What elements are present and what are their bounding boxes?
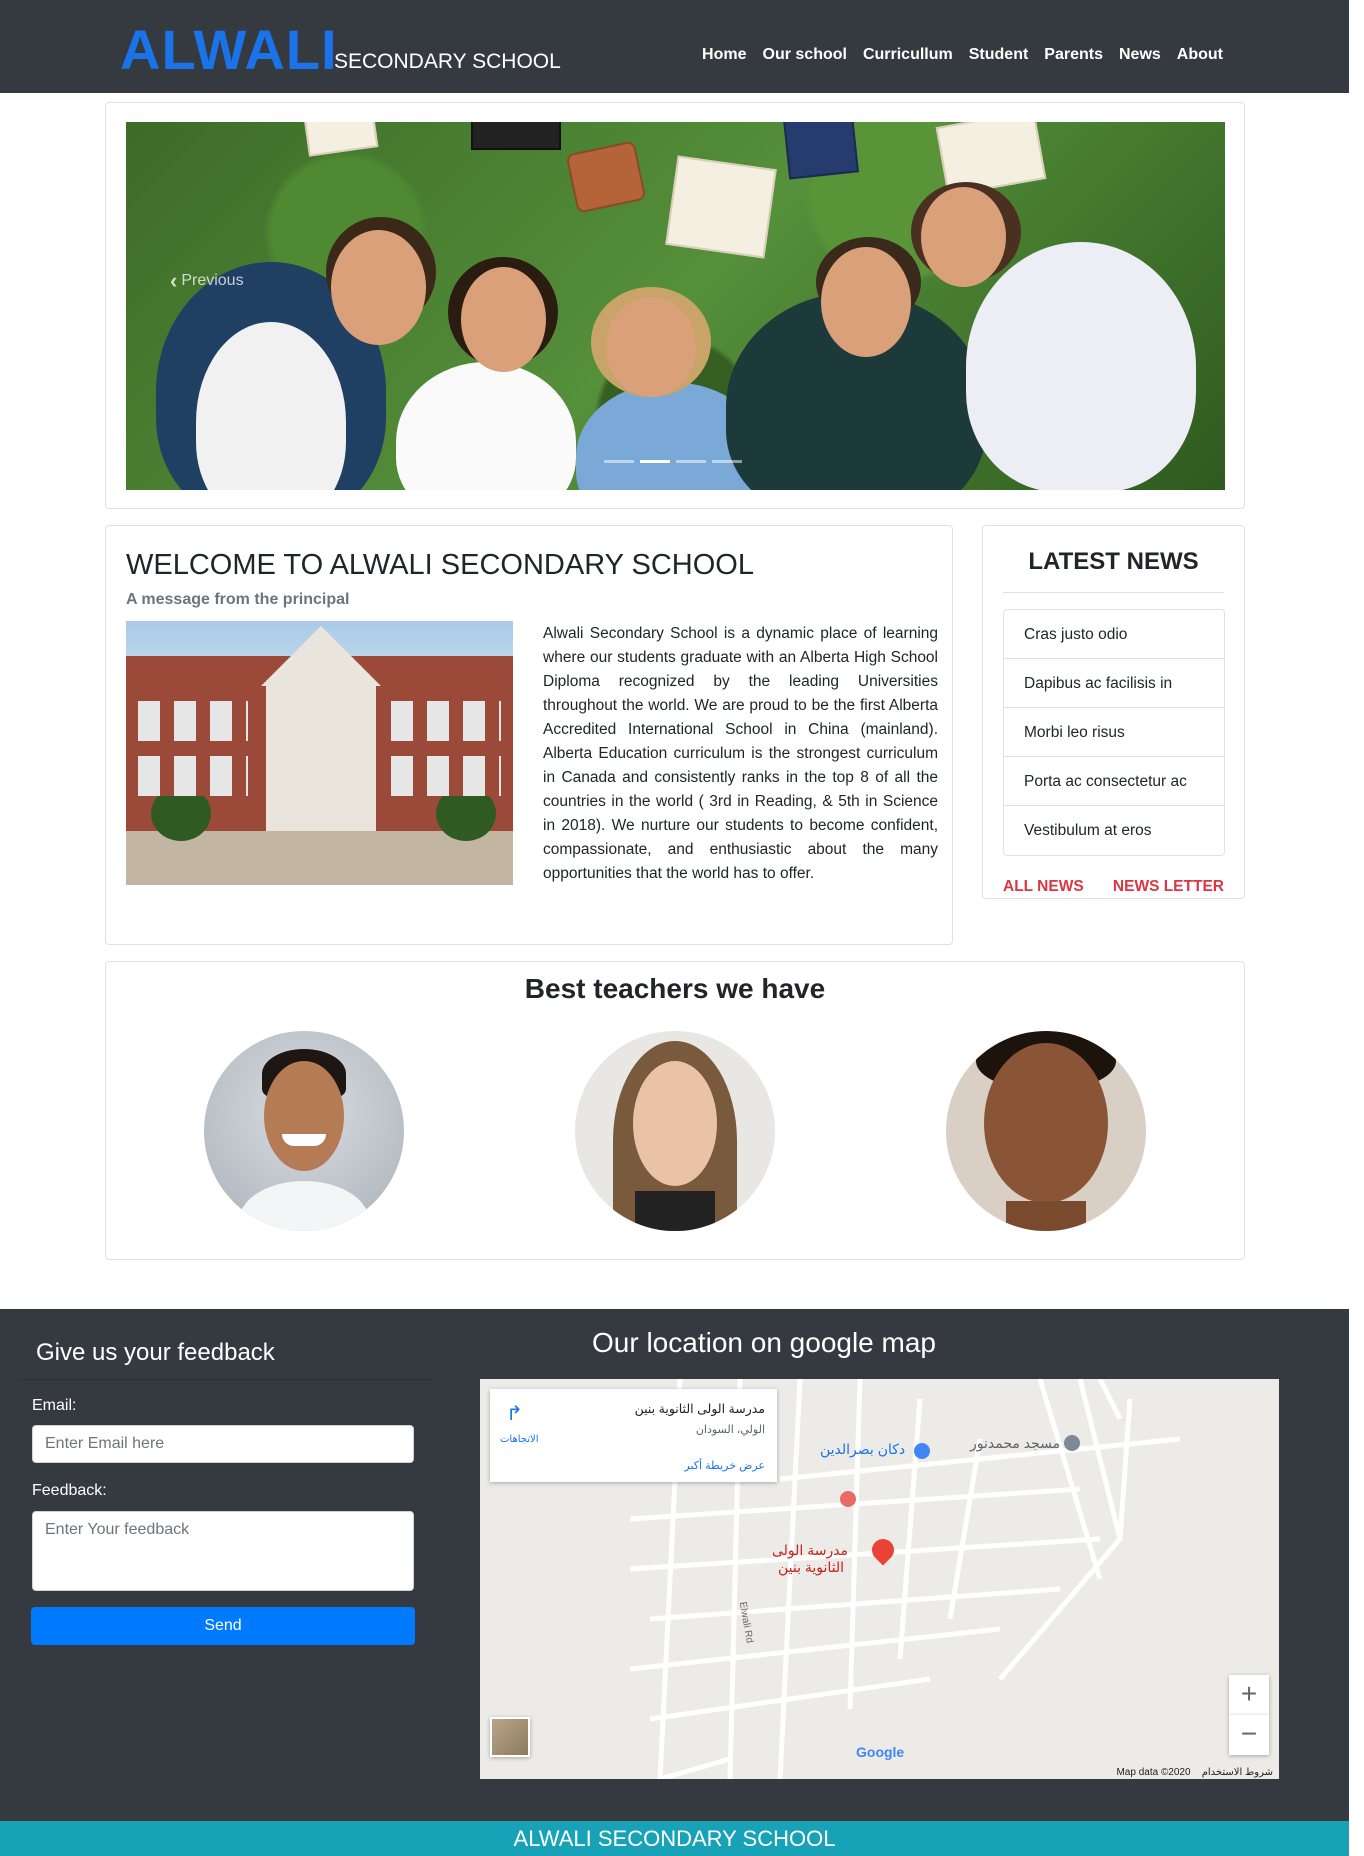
welcome-title: WELCOME TO ALWALI SECONDARY SCHOOL: [126, 549, 754, 581]
welcome-card: WELCOME TO ALWALI SECONDARY SCHOOL A mes…: [105, 525, 953, 945]
newsletter-link[interactable]: NEWS LETTER: [1113, 878, 1224, 896]
welcome-body: Alwali Secondary School is a dynamic pla…: [543, 625, 938, 882]
student-face: [331, 230, 426, 345]
restaurant-icon: [840, 1491, 856, 1507]
news-list: Cras justo odio Dapibus ac facilisis in …: [1003, 609, 1225, 856]
student-face: [461, 267, 546, 372]
directions-icon[interactable]: ↱: [506, 1401, 523, 1426]
chevron-left-icon: ‹: [170, 268, 178, 293]
footer-section: Give us your feedback Email: Enter Email…: [0, 1309, 1349, 1821]
map-data-label: Map data ©2020: [1116, 1767, 1191, 1778]
teachers-title: Best teachers we have: [524, 973, 826, 1004]
zoom-out-button[interactable]: −: [1229, 1715, 1269, 1755]
news-item[interactable]: Dapibus ac facilisis in: [1004, 659, 1224, 708]
google-logo: Google: [856, 1744, 904, 1760]
footer-bar: ALWALI SECONDARY SCHOOL: [0, 1821, 1349, 1856]
teacher-avatar: [575, 1031, 775, 1231]
teacher-avatar: [946, 1031, 1146, 1231]
book-image: [783, 122, 859, 180]
student-figure: [966, 242, 1196, 490]
google-map[interactable]: مدرسة الولى الثانوية بنين الولي، السودان…: [480, 1379, 1279, 1779]
nav-news[interactable]: News: [1119, 45, 1161, 65]
map-terms-link[interactable]: شروط الاستخدام: [1202, 1767, 1273, 1778]
email-field[interactable]: Enter Email here: [32, 1425, 414, 1463]
nav-menu: Home Our school Curricullum Student Pare…: [702, 45, 1223, 65]
feedback-label: Feedback:: [32, 1482, 107, 1499]
map-poi-shop[interactable]: دكان بصرالدين: [820, 1441, 905, 1458]
all-news-link[interactable]: ALL NEWS: [1003, 878, 1084, 896]
student-face: [606, 297, 696, 397]
send-button[interactable]: Send: [31, 1607, 415, 1645]
nav-curriculum[interactable]: Curricullum: [863, 45, 953, 65]
divider: [1003, 592, 1224, 593]
open-book-image: [665, 155, 777, 259]
carousel-indicator[interactable]: [712, 460, 742, 463]
carousel-indicator[interactable]: [604, 460, 634, 463]
latest-news-card: LATEST NEWS Cras justo odio Dapibus ac f…: [982, 525, 1245, 899]
welcome-subtitle: A message from the principal: [126, 591, 350, 608]
school-building-image: [126, 621, 513, 885]
news-links: ALL NEWS NEWS LETTER: [1003, 878, 1224, 896]
news-title: LATEST NEWS: [1028, 548, 1199, 575]
map-larger-link[interactable]: عرض خريطة أكبر: [684, 1459, 765, 1472]
student-face: [821, 247, 911, 357]
brand-logo[interactable]: ALWALI: [120, 18, 338, 82]
map-place-address: الولي، السودان: [695, 1424, 765, 1436]
brand-subtitle: SECONDARY SCHOOL: [334, 50, 561, 73]
nav-our-school[interactable]: Our school: [763, 45, 847, 65]
map-place-card: مدرسة الولى الثانوية بنين الولي، السودان…: [490, 1389, 777, 1482]
nav-parents[interactable]: Parents: [1044, 45, 1103, 65]
hero-carousel[interactable]: ‹ Previous: [126, 122, 1225, 490]
news-item[interactable]: Morbi leo risus: [1004, 708, 1224, 757]
google-logo-text: Google: [856, 1744, 905, 1760]
map-place-name: مدرسة الولى الثانوية بنين: [634, 1402, 765, 1416]
map-attribution: Map data ©2020 شروط الاستخدام: [1116, 1767, 1273, 1778]
hero-card: ‹ Previous: [105, 102, 1245, 509]
carousel-indicator[interactable]: [676, 460, 706, 463]
shop-icon: [914, 1443, 930, 1459]
teachers-card: Best teachers we have: [105, 961, 1245, 1260]
email-label: Email:: [32, 1397, 77, 1414]
map-title: Our location on google map: [592, 1327, 936, 1358]
map-pin-label-1: مدرسة الولى: [772, 1542, 849, 1558]
satellite-toggle[interactable]: [490, 1717, 530, 1757]
nav-about[interactable]: About: [1177, 45, 1223, 65]
news-item[interactable]: Vestibulum at eros: [1004, 806, 1224, 855]
directions-label[interactable]: الاتجاهات: [500, 1434, 539, 1445]
news-item[interactable]: Cras justo odio: [1004, 610, 1224, 659]
tablet-image: [471, 122, 561, 150]
map-pin-label-2: الثانوية بنين: [778, 1559, 845, 1575]
zoom-in-button[interactable]: +: [1229, 1675, 1269, 1715]
carousel-prev-button[interactable]: ‹ Previous: [170, 268, 244, 294]
nav-home[interactable]: Home: [702, 45, 746, 65]
news-item[interactable]: Porta ac consectetur ac: [1004, 757, 1224, 806]
mosque-icon: [1064, 1435, 1080, 1451]
carousel-indicator-active[interactable]: [640, 460, 670, 463]
student-face: [921, 187, 1006, 287]
map-poi-mosque[interactable]: مسجد محمدنور: [970, 1435, 1060, 1452]
feedback-textarea[interactable]: Enter Your feedback: [32, 1511, 414, 1591]
carousel-indicators: [604, 460, 742, 463]
teacher-avatar: [204, 1031, 404, 1231]
divider: [18, 1379, 433, 1380]
nav-student[interactable]: Student: [969, 45, 1029, 65]
navbar: ALWALI SECONDARY SCHOOL Home Our school …: [0, 0, 1349, 93]
carousel-prev-label: Previous: [181, 272, 244, 289]
